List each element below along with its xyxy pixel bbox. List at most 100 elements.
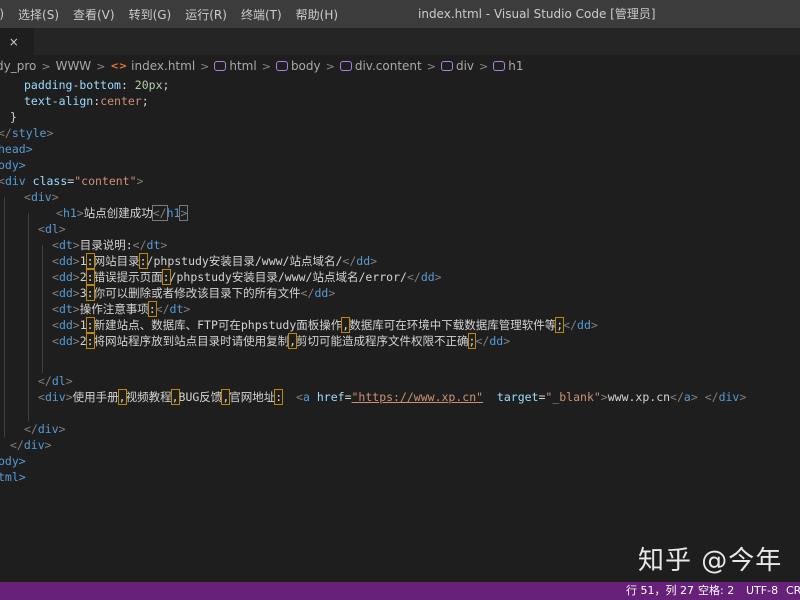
indent-guide [42, 245, 43, 373]
code-line: padding-bottom: 20px; [24, 78, 170, 92]
code-line: </div> [10, 438, 52, 452]
breadcrumb-item[interactable]: <> index.html [110, 59, 195, 73]
dd-text: 网站目录 [93, 254, 140, 268]
code-line: <dd>1:新建站点、数据库、FTP可在phpstudy面板操作,数据库可在环境… [52, 317, 598, 333]
close-icon[interactable]: × [9, 35, 19, 49]
menu-item-selection[interactable]: 选择(S) [11, 6, 66, 23]
menu-item-file[interactable]: l) [0, 7, 11, 21]
menu-item-run[interactable]: 运行(R) [178, 6, 234, 23]
code-editor[interactable]: padding-bottom: 20px; text-align:center;… [0, 77, 800, 582]
symbol-element-icon [339, 61, 352, 71]
div-text: 使用手册 [72, 390, 119, 404]
dd-text: 新建站点、数据库、FTP可在phpstudy面板操作 [93, 318, 343, 332]
breadcrumb-item[interactable]: WWW [56, 59, 92, 73]
code-line: <dd>3:你可以删除或者修改该目录下的所有文件</dd> [52, 285, 336, 301]
breadcrumb-label: WWW [55, 59, 92, 73]
chevron-right-icon: > [41, 59, 51, 73]
tab-bar [0, 28, 800, 55]
breadcrumb-item[interactable]: dy_pro [0, 59, 36, 73]
status-encoding[interactable]: UTF-8 [746, 582, 778, 600]
chevron-right-icon: > [96, 59, 106, 73]
code-line: <dt>目录说明:</dt> [52, 238, 168, 252]
div-text: BUG反馈 [178, 390, 223, 404]
breadcrumb-item[interactable]: body [275, 59, 321, 73]
code-line: ody> [0, 158, 26, 172]
code-line: </dl> [38, 374, 73, 388]
breadcrumb-item[interactable]: div.content [339, 59, 422, 73]
status-bar: 行 51，列 27 空格: 2 UTF-8 CR [0, 582, 800, 600]
dd-text: /phpstudy安装目录/www/站点域名/ [146, 254, 343, 268]
code-line: </div> [24, 422, 66, 436]
dd-text: 2 [79, 270, 87, 284]
indent-guide [4, 197, 5, 437]
menu-item-go[interactable]: 转到(G) [122, 6, 179, 23]
code-line: <dd>2:错误提示页面:/phpstudy安装目录/www/站点域名/erro… [52, 269, 442, 285]
code-line: <dd>1:网站目录:/phpstudy安装目录/www/站点域名/</dd> [52, 253, 378, 269]
dd-text: 错误提示页面 [93, 270, 163, 284]
menu-bar: l) 选择(S) 查看(V) 转到(G) 运行(R) 终端(T) 帮助(H) [0, 0, 345, 28]
window-title: index.html - Visual Studio Code [管理员] [418, 7, 656, 21]
dt-text: 操作注意事项 [79, 302, 149, 316]
div-text: 视频教程 [125, 390, 172, 404]
dd-text: 1 [79, 254, 87, 268]
breadcrumb-item[interactable]: h1 [493, 59, 523, 73]
chevron-right-icon: > [261, 59, 271, 73]
symbol-element-icon [275, 61, 288, 71]
tab-index-html[interactable]: al × [0, 28, 34, 55]
link-target: "_blank" [545, 390, 601, 404]
dd-text: 2 [79, 334, 87, 348]
indent-guide [28, 213, 29, 421]
chevron-right-icon: > [426, 59, 436, 73]
breadcrumb-item[interactable]: div [440, 59, 475, 73]
status-cursor-position[interactable]: 行 51，列 27 [626, 582, 694, 600]
code-line: <div class="content"> [0, 174, 144, 188]
chevron-right-icon: > [479, 59, 489, 73]
code-line: <dd>2:将网站程序放到站点目录时请使用复制,剪切可能造成程序文件权限不正确;… [52, 333, 511, 349]
dd-text: /phpstudy安装目录/www/站点域名/error/ [169, 270, 407, 284]
link-text: www.xp.cn [607, 390, 671, 404]
tab-label: al [0, 35, 1, 49]
css-property: text-align [24, 94, 94, 108]
status-indentation[interactable]: 空格: 2 [698, 582, 734, 600]
menu-item-view[interactable]: 查看(V) [66, 6, 122, 23]
html-attribute-value: "content" [74, 174, 137, 188]
css-value: 20px [134, 78, 163, 92]
link-href[interactable]: "https://www.xp.cn" [352, 390, 484, 404]
breadcrumb-label: body [290, 59, 321, 73]
code-line: </style> [0, 126, 54, 140]
code-line: <div> [24, 190, 59, 204]
breadcrumb-label: html [229, 59, 257, 73]
code-line: tml> [0, 470, 26, 484]
symbol-element-icon [440, 61, 453, 71]
status-eol[interactable]: CR [786, 582, 800, 600]
dd-text: 剪切可能造成程序文件权限不正确 [296, 334, 469, 348]
dd-text: 1 [79, 318, 87, 332]
code-line: } [10, 110, 17, 124]
css-property: padding-bottom [24, 78, 121, 92]
dd-text: 数据库可在环境中下载数据库管理软件等 [349, 318, 557, 332]
breadcrumb-item[interactable]: html [214, 59, 257, 73]
code-line: ody> [0, 454, 26, 468]
dd-text: 你可以删除或者修改该目录下的所有文件 [93, 286, 301, 300]
symbol-element-icon [493, 61, 506, 71]
breadcrumb-label: h1 [508, 59, 524, 73]
breadcrumb-label: index.html [131, 59, 196, 73]
heading-text: 站点创建成功 [83, 206, 153, 220]
symbol-element-icon [214, 61, 227, 71]
code-line: <h1>站点创建成功</h1> [56, 205, 189, 221]
dd-text: 3 [79, 286, 87, 300]
div-text: 官网地址 [229, 390, 276, 404]
html-attribute: class [32, 174, 68, 188]
dt-text: 目录说明: [79, 238, 133, 252]
code-line: <dl> [38, 222, 66, 236]
code-line: text-align:center; [24, 94, 149, 108]
menu-item-terminal[interactable]: 终端(T) [234, 6, 289, 23]
chevron-right-icon: > [200, 59, 210, 73]
menu-item-help[interactable]: 帮助(H) [289, 6, 345, 23]
css-value: center [100, 94, 142, 108]
code-line: <dt>操作注意事项:</dt> [52, 301, 191, 317]
breadcrumb-label: div [455, 59, 475, 73]
breadcrumb: dy_pro > WWW > <> index.html > html > bod… [0, 55, 800, 77]
breadcrumb-label: dy_pro [0, 59, 37, 73]
code-line: head> [0, 142, 33, 156]
